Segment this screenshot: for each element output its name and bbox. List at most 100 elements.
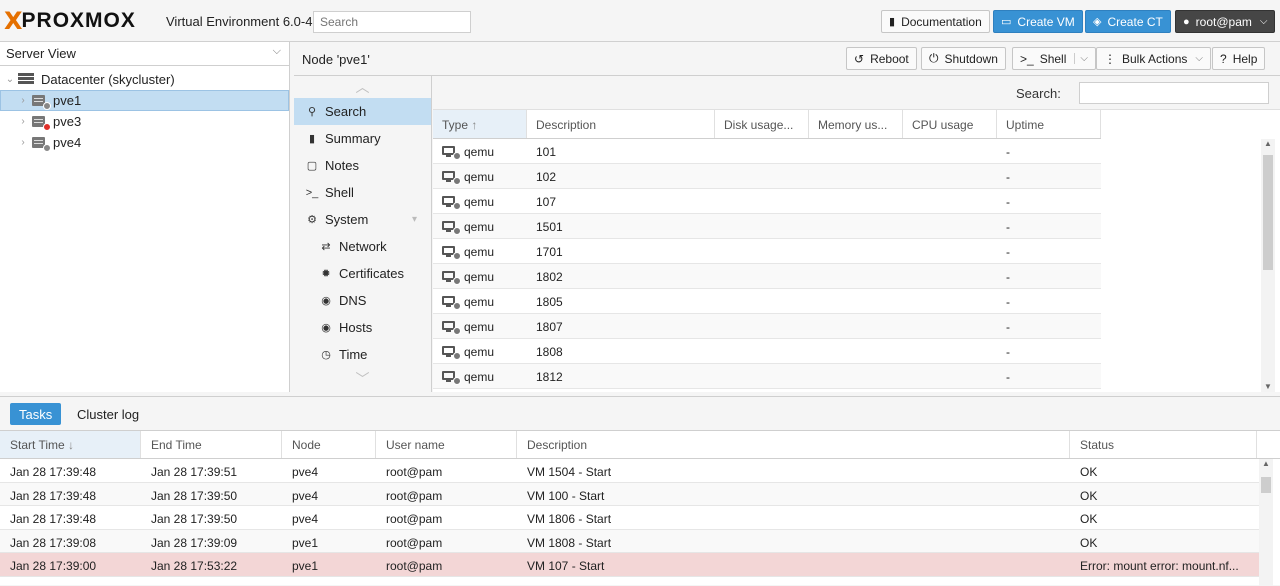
column-header-description[interactable]: Description [517,431,1070,458]
cell-start-time: Jan 28 17:39:48 [10,512,97,526]
cell-uptime: - [1006,145,1010,159]
collapse-icon[interactable]: ⌄ [4,74,16,85]
grid-row[interactable]: qemu 107 - [433,189,1101,214]
globe-icon: ◉ [321,295,331,307]
scroll-up-icon[interactable]: ︿ [294,76,431,98]
chevron-down-icon[interactable]: ⌵ [1074,53,1088,64]
menu-item-hosts[interactable]: ◉ Hosts [294,314,431,341]
cell-end-time: Jan 28 17:39:09 [151,535,238,550]
expand-icon[interactable]: › [17,95,29,106]
column-header-user-name[interactable]: User name [376,431,517,458]
cell-description: 1812 [536,370,563,384]
cell-description: VM 1806 - Start [527,512,612,526]
cell-status: Error: mount error: mount.nf... [1080,559,1239,573]
grid-row[interactable]: qemu 1805 - [433,289,1101,314]
menu-item-time[interactable]: ◷ Time [294,341,431,368]
task-row[interactable]: Jan 28 17:39:00 Jan 28 17:53:22 pve1 root@p… [0,553,1259,577]
cell-description: 102 [536,170,557,184]
grid-search-input[interactable] [1079,82,1269,104]
resource-tree-panel: Server View ⌵ ⌄ Datacenter (skycluster) … [0,42,290,392]
documentation-button[interactable]: ▮ Documentation [881,10,990,33]
cell-uptime: - [1006,345,1010,359]
column-header-disk-usage[interactable]: Disk usage... [715,110,809,138]
global-search-input[interactable] [313,11,471,33]
cell-end-time: Jan 28 17:53:22 [151,559,238,573]
shutdown-button[interactable]: ⏻ Shutdown [921,47,1006,70]
cell-description: 107 [536,195,557,209]
grid-row[interactable]: qemu 1812 - [433,364,1101,389]
tree-item-datacenter[interactable]: ⌄ Datacenter (skycluster) [0,69,289,90]
book-icon: ▮ [308,133,316,145]
grid-row[interactable]: qemu 1501 - [433,214,1101,239]
cell-disk-usage [715,314,809,338]
create-ct-button[interactable]: ◈ Create CT [1085,10,1171,33]
vm-icon [442,346,461,360]
task-table-header: Start Time ↓ End Time Node User name Des… [0,431,1280,459]
grid-row[interactable]: qemu 102 - [433,164,1101,189]
menu-item-system[interactable]: ⚙ System ▾ [294,206,431,233]
task-row[interactable]: Jan 28 17:39:48 Jan 28 17:39:50 pve4 root@p… [0,506,1259,530]
cell-description: 1805 [536,295,563,309]
reboot-button[interactable]: ↺ Reboot [846,47,917,70]
ellipsis-icon: ⋮ [1104,51,1116,66]
column-header-status[interactable]: Status [1070,431,1257,458]
cell-type: qemu [433,189,527,213]
task-scrollbar[interactable]: ▲ [1259,459,1273,586]
cell-description: VM 100 - Start [527,488,605,503]
cell-memory-usage [809,289,903,313]
tree-item-pve1[interactable]: › pve1 [0,90,289,111]
view-selector[interactable]: Server View ⌵ [0,42,289,66]
grid-row[interactable]: qemu 1802 - [433,264,1101,289]
version-label: Virtual Environment 6.0-4 [166,14,313,29]
cell-description: 101 [536,145,557,159]
create-vm-button[interactable]: ▭ Create VM [993,10,1083,33]
tree-item-pve4[interactable]: › pve4 [0,132,289,153]
cell-description: 1701 [536,245,563,259]
menu-item-network[interactable]: ⇄ Network [294,233,431,260]
grid-scrollbar[interactable]: ▲ ▼ [1261,139,1275,392]
task-row[interactable]: Jan 28 17:39:48 Jan 28 17:39:51 pve4 root@p… [0,459,1259,483]
grid-row[interactable]: qemu 101 - [433,139,1101,164]
tab-cluster-log[interactable]: Cluster log [68,403,148,425]
menu-item-shell[interactable]: >_ Shell [294,179,431,206]
column-header-start-time[interactable]: Start Time ↓ [0,431,141,458]
clock-icon: ◷ [321,349,331,361]
grid-row[interactable]: qemu 1808 - [433,339,1101,364]
column-header-type[interactable]: Type ↑ [433,110,527,138]
menu-item-dns[interactable]: ◉ DNS [294,287,431,314]
user-menu-button[interactable]: ● root@pam ⌵ [1175,10,1276,33]
column-header-end-time[interactable]: End Time [141,431,282,458]
bulk-actions-button[interactable]: ⋮ Bulk Actions ⌵ [1096,47,1211,70]
proxmox-logo[interactable]: X PROXMOX [4,7,136,35]
column-header-cpu-usage[interactable]: CPU usage [903,110,997,138]
task-row[interactable]: Jan 28 17:39:08 Jan 28 17:39:09 pve1 root@p… [0,529,1259,553]
tab-tasks[interactable]: Tasks [10,403,62,425]
scroll-down-icon[interactable]: ﹀ [294,368,431,390]
grid-row[interactable]: qemu 1807 - [433,314,1101,339]
shell-button[interactable]: >_ Shell ⌵ [1012,47,1096,70]
vm-icon [442,146,461,160]
menu-item-notes[interactable]: ▢ Notes [294,152,431,179]
menu-item-certificates[interactable]: ✹ Certificates [294,260,431,287]
cell-cpu-usage [903,264,997,288]
column-header-description[interactable]: Description [527,110,715,138]
cell-description: 1501 [536,220,563,234]
column-header-memory-usage[interactable]: Memory us... [809,110,903,138]
column-header-node[interactable]: Node [282,431,376,458]
expand-icon[interactable]: › [17,116,29,127]
cell-description: 1802 [536,270,563,284]
help-button[interactable]: ? Help [1212,47,1266,70]
tree-item-pve3[interactable]: › pve3 [0,111,289,132]
cell-user-name: root@pam [386,465,443,479]
column-header-uptime[interactable]: Uptime [997,110,1101,138]
cell-uptime: - [1006,220,1010,234]
cell-cpu-usage [903,214,997,238]
cell-memory-usage [809,364,903,388]
grid-row[interactable]: qemu 1701 - [433,239,1101,264]
task-row[interactable]: Jan 28 17:39:48 Jan 28 17:39:50 pve4 root@p… [0,482,1259,506]
top-bar: X PROXMOX Virtual Environment 6.0-4 ▮ Do… [0,0,1280,42]
menu-item-search[interactable]: ⚲ Search [294,98,431,125]
menu-item-summary[interactable]: ▮ Summary [294,125,431,152]
task-tabs: Tasks Cluster log [0,397,1280,431]
expand-icon[interactable]: › [17,137,29,148]
